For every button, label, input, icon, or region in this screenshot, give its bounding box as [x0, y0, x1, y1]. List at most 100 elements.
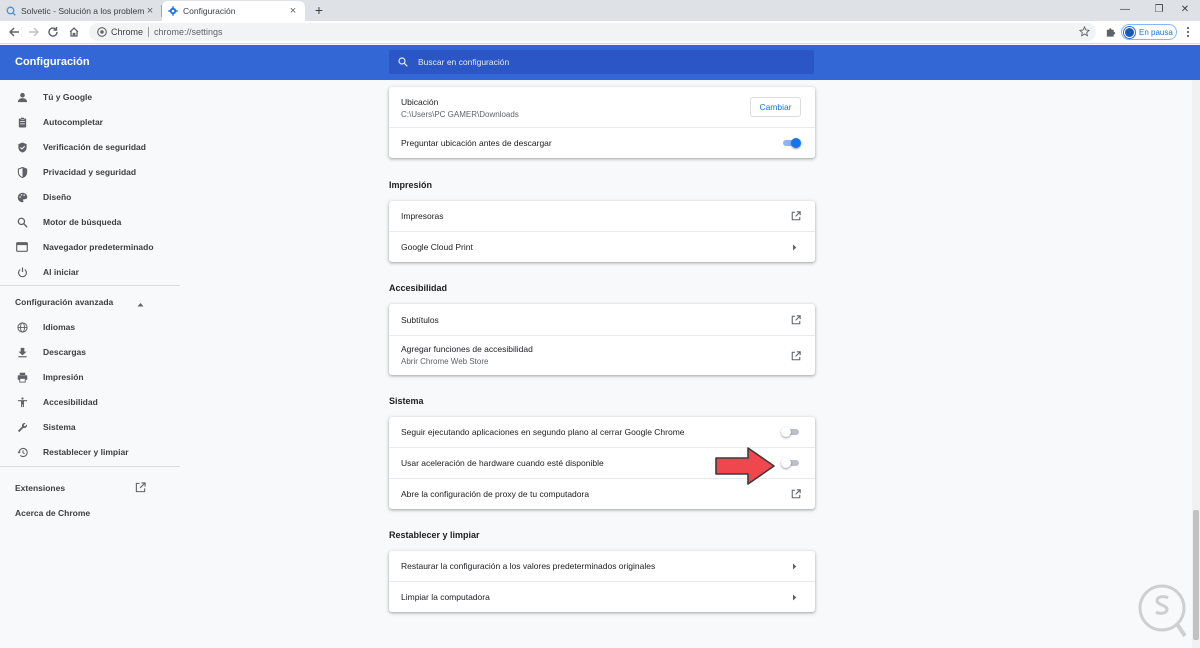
open-in-new-icon	[791, 211, 801, 221]
search-icon	[398, 57, 408, 67]
downloads-card: Ubicación C:\Users\PC GAMER\Downloads Ca…	[389, 87, 815, 158]
menu-button[interactable]	[1180, 24, 1196, 40]
accessibility-card: Subtítulos Agregar funciones de accesibi…	[389, 304, 815, 375]
bookmark-star-icon[interactable]	[1078, 25, 1091, 39]
shield-half-icon	[16, 166, 28, 178]
captions-row[interactable]: Subtítulos	[389, 304, 815, 335]
ask-location-toggle[interactable]	[781, 137, 801, 149]
sidebar-item-search-engine[interactable]: Motor de búsqueda	[0, 212, 180, 232]
open-in-new-icon	[791, 314, 801, 325]
sidebar-item-label: Tú y Google	[43, 92, 93, 102]
sidebar-advanced-label: Configuración avanzada	[15, 297, 114, 307]
captions-label: Subtítulos	[401, 314, 439, 325]
tab-configuracion[interactable]: Configuración ×	[162, 1, 305, 21]
page-title: Configuración	[15, 56, 90, 68]
omnibox-url: chrome://settings	[154, 27, 223, 37]
chevron-right-icon	[792, 563, 797, 570]
reset-card: Restaurar la configuración a los valores…	[389, 551, 815, 612]
extensions-puzzle-button[interactable]	[1102, 24, 1118, 40]
change-location-button[interactable]: Cambiar	[750, 97, 801, 117]
download-location-label: Ubicación	[401, 97, 439, 107]
sidebar-item-label: Descargas	[43, 347, 87, 357]
sidebar-item-system[interactable]: Sistema	[0, 417, 180, 437]
sidebar-advanced-toggle[interactable]: Configuración avanzada	[0, 292, 180, 312]
background-apps-row[interactable]: Seguir ejecutando aplicaciones en segund…	[389, 417, 815, 447]
hardware-acceleration-toggle[interactable]	[781, 457, 801, 469]
settings-header: Configuración Buscar en configuración	[0, 45, 1200, 80]
tab-title: Solvetic - Solución a los problem	[21, 6, 144, 16]
home-button[interactable]	[66, 24, 82, 40]
forward-button[interactable]	[26, 24, 42, 40]
close-tab-icon[interactable]: ×	[287, 5, 299, 17]
restore-defaults-row[interactable]: Restaurar la configuración a los valores…	[389, 551, 815, 581]
address-bar[interactable]: Chrome chrome://settings	[89, 23, 1096, 41]
download-icon	[16, 346, 28, 358]
proxy-settings-label: Abre la configuración de proxy de tu com…	[401, 489, 590, 499]
sidebar-item-label: Impresión	[43, 372, 84, 382]
sidebar-item-privacy[interactable]: Privacidad y seguridad	[0, 162, 180, 182]
search-icon	[16, 216, 28, 228]
add-accessibility-row[interactable]: Agregar funciones de accesibilidad Abrir…	[389, 336, 815, 375]
cleanup-computer-row[interactable]: Limpiar la computadora	[389, 582, 815, 612]
scrollbar-thumb[interactable]	[1193, 510, 1199, 640]
sidebar-item-extensions[interactable]: Extensiones	[0, 478, 180, 498]
sidebar-about-label: Acerca de Chrome	[15, 508, 91, 518]
minimize-icon[interactable]: —	[1110, 1, 1140, 19]
sidebar-item-label: Sistema	[43, 422, 76, 432]
section-title-printing: Impresión	[389, 180, 433, 190]
sidebar-item-default-browser[interactable]: Navegador predeterminado	[0, 237, 180, 257]
settings-search-input[interactable]: Buscar en configuración	[389, 50, 814, 74]
person-icon	[16, 91, 28, 103]
sidebar-item-label: Accesibilidad	[43, 397, 98, 407]
globe-icon	[16, 321, 28, 333]
sidebar-item-label: Motor de búsqueda	[43, 217, 122, 227]
sidebar-item-autofill[interactable]: Autocompletar	[0, 112, 180, 132]
tab-solvetic[interactable]: Solvetic - Solución a los problem ×	[0, 1, 162, 21]
close-window-icon[interactable]: ✕	[1170, 1, 1200, 19]
puzzle-icon	[1106, 27, 1115, 37]
sidebar-item-printing[interactable]: Impresión	[0, 367, 180, 387]
omnibox-chip: Chrome	[111, 27, 144, 37]
close-tab-icon[interactable]: ×	[144, 5, 156, 17]
background-apps-label: Seguir ejecutando aplicaciones en segund…	[401, 427, 685, 437]
add-accessibility-sub: Abrir Chrome Web Store	[401, 357, 489, 366]
sidebar-item-safety-check[interactable]: Verificación de seguridad	[0, 137, 180, 157]
printer-icon	[16, 371, 28, 383]
clipboard-icon	[16, 116, 28, 128]
reload-button[interactable]	[45, 24, 61, 40]
browser-window-icon	[16, 241, 28, 253]
sidebar-item-downloads[interactable]: Descargas	[0, 342, 180, 362]
sidebar-item-appearance[interactable]: Diseño	[0, 187, 180, 207]
chevron-right-icon	[792, 594, 797, 601]
accessibility-icon	[16, 396, 28, 408]
solvetic-favicon-icon	[6, 6, 16, 16]
omnibox-divider	[148, 27, 150, 37]
background-apps-toggle[interactable]	[781, 426, 801, 438]
sidebar-item-reset[interactable]: Restablecer y limpiar	[0, 442, 180, 462]
add-accessibility-label: Agregar funciones de accesibilidad	[401, 344, 533, 354]
reload-icon	[48, 27, 58, 37]
download-location-row: Ubicación C:\Users\PC GAMER\Downloads Ca…	[389, 87, 815, 127]
new-tab-button[interactable]: +	[311, 2, 327, 18]
sidebar-item-accessibility[interactable]: Accesibilidad	[0, 392, 180, 412]
section-title-accessibility: Accesibilidad	[389, 283, 448, 293]
printers-label: Impresoras	[401, 211, 444, 221]
arrow-right-icon	[29, 27, 39, 37]
profile-button[interactable]: En pausa	[1121, 24, 1177, 40]
ask-location-row[interactable]: Preguntar ubicación antes de descargar	[389, 128, 815, 158]
tab-strip: Solvetic - Solución a los problem × Conf…	[0, 0, 1200, 21]
sidebar-item-label: Autocompletar	[43, 117, 103, 127]
back-button[interactable]	[6, 24, 22, 40]
cloud-print-row[interactable]: Google Cloud Print	[389, 232, 815, 262]
sidebar-item-about-chrome[interactable]: Acerca de Chrome	[0, 503, 180, 523]
sidebar-item-you-and-google[interactable]: Tú y Google	[0, 87, 180, 107]
sidebar-item-label: Restablecer y limpiar	[43, 447, 129, 457]
printers-row[interactable]: Impresoras	[389, 201, 815, 231]
sidebar-item-on-startup[interactable]: Al iniciar	[0, 262, 180, 282]
sidebar-extensions-label: Extensiones	[15, 483, 66, 493]
section-title-system: Sistema	[389, 396, 424, 406]
restore-defaults-label: Restaurar la configuración a los valores…	[401, 561, 656, 571]
kebab-menu-icon	[1186, 26, 1190, 38]
sidebar-item-languages[interactable]: Idiomas	[0, 317, 180, 337]
cleanup-computer-label: Limpiar la computadora	[401, 592, 490, 602]
